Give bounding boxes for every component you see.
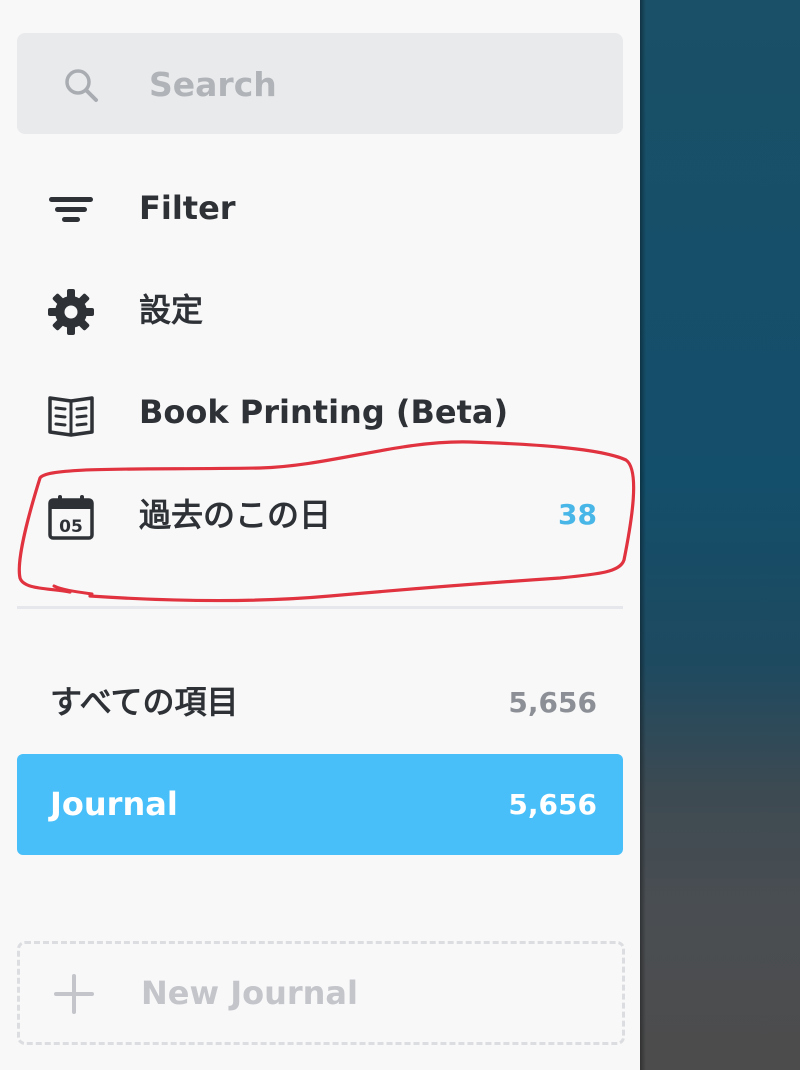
- journal-row[interactable]: Journal 5,656: [17, 754, 623, 855]
- all-entries-row[interactable]: すべての項目 5,656: [17, 652, 623, 753]
- divider: [17, 606, 623, 609]
- menu-item-label: 設定: [139, 291, 204, 329]
- sidebar: Filter 設定: [0, 0, 640, 1070]
- menu-item-book-printing[interactable]: Book Printing (Beta): [17, 372, 623, 452]
- search-input[interactable]: [131, 57, 619, 111]
- new-journal-button[interactable]: New Journal: [17, 941, 625, 1045]
- journal-label: Journal: [50, 785, 178, 823]
- gear-icon: [48, 289, 94, 335]
- calendar-day-text: 05: [59, 517, 83, 537]
- journal-count: 5,656: [508, 788, 597, 821]
- search-bar[interactable]: [17, 33, 623, 134]
- background-content: [640, 0, 800, 1070]
- menu-item-label: Book Printing (Beta): [139, 393, 509, 431]
- search-icon: [65, 69, 98, 102]
- new-journal-label: New Journal: [141, 974, 358, 1012]
- all-entries-count: 5,656: [508, 686, 597, 719]
- calendar-icon: 05: [48, 495, 94, 540]
- menu-item-on-this-day[interactable]: 05 過去のこの日 38: [17, 475, 623, 555]
- filter-icon: [49, 197, 93, 222]
- on-this-day-count: 38: [558, 498, 597, 531]
- menu-item-settings[interactable]: 設定: [17, 270, 623, 350]
- all-entries-label: すべての項目: [50, 683, 239, 721]
- menu-item-label: Filter: [139, 189, 236, 227]
- book-icon: [48, 396, 94, 437]
- plus-icon: [54, 974, 94, 1014]
- menu-item-filter[interactable]: Filter: [17, 168, 623, 248]
- menu-item-label: 過去のこの日: [139, 496, 332, 534]
